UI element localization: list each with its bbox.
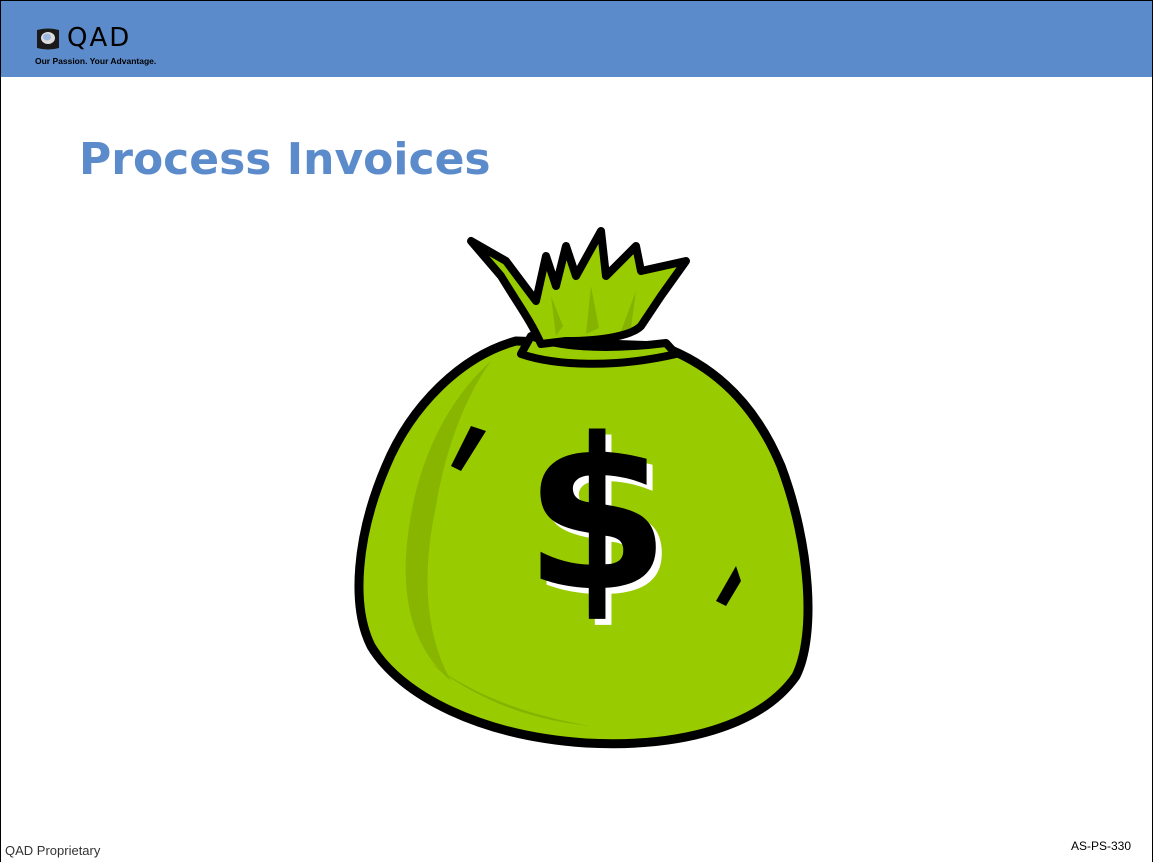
logo-tagline: Our Passion. Your Advantage. bbox=[35, 56, 157, 66]
slide-title: Process Invoices bbox=[79, 134, 491, 185]
money-bag-dollar-icon: $ $ bbox=[354, 227, 813, 749]
bag-top bbox=[467, 227, 690, 348]
qad-logo-icon bbox=[37, 28, 59, 50]
dollar-sign: $ bbox=[524, 393, 670, 638]
slide: QAD Our Passion. Your Advantage. Process… bbox=[0, 0, 1153, 862]
footer-proprietary: QAD Proprietary bbox=[5, 843, 101, 858]
qad-logo: QAD Our Passion. Your Advantage. bbox=[35, 23, 185, 73]
header-band: QAD Our Passion. Your Advantage. bbox=[1, 1, 1152, 77]
footer-slide-code: AS-PS-330 bbox=[1071, 839, 1132, 853]
logo-wordmark: QAD bbox=[67, 23, 132, 53]
